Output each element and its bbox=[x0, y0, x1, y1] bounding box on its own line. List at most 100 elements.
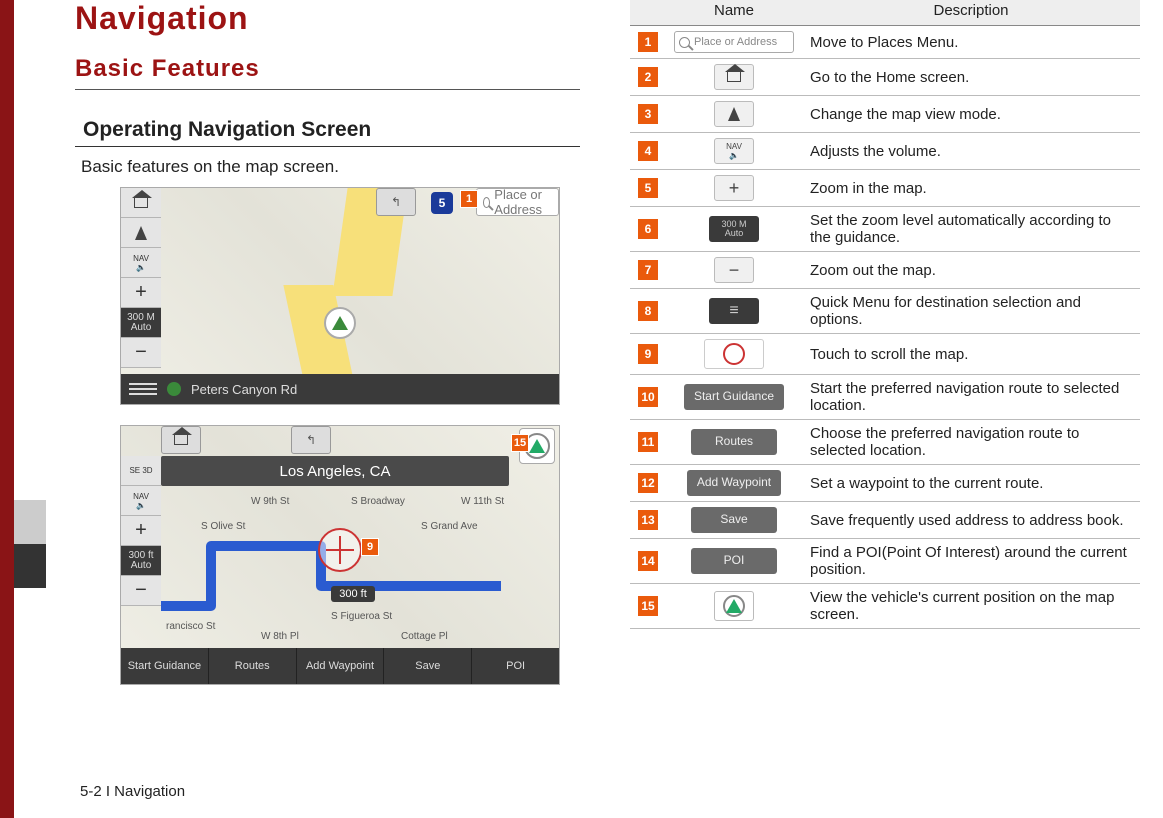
quick-menu-button[interactable] bbox=[129, 383, 157, 395]
volume-button[interactable]: NAV🔈 bbox=[121, 486, 161, 516]
compass-icon bbox=[135, 226, 147, 240]
description-cell: Quick Menu for destination selection and… bbox=[802, 289, 1140, 334]
description-cell: Move to Places Menu. bbox=[802, 26, 1140, 59]
home-button[interactable] bbox=[121, 188, 161, 218]
home-icon bbox=[134, 198, 148, 208]
direction-icon: ↰ bbox=[291, 426, 331, 454]
map-screenshot-1: ↰ 5 Place or Address NAV🔈 + 300 MAuto − bbox=[120, 187, 560, 405]
table-row: 6300 MAutoSet the zoom level automatical… bbox=[630, 207, 1140, 252]
action-button-icon: POI bbox=[691, 548, 777, 574]
callout-number: 5 bbox=[638, 178, 658, 198]
compass-button[interactable] bbox=[121, 218, 161, 248]
description-cell: View the vehicle's current position on t… bbox=[802, 584, 1140, 629]
zoom-in-button[interactable]: + bbox=[121, 516, 161, 546]
action-button-icon: Start Guidance bbox=[684, 384, 784, 410]
icon-cell: − bbox=[666, 252, 802, 289]
icon-cell bbox=[666, 96, 802, 133]
callout-number: 10 bbox=[638, 387, 658, 407]
side-tab-light bbox=[14, 500, 46, 544]
description-cell: Choose the preferred navigation route to… bbox=[802, 420, 1140, 465]
map-bottom-bar: Peters Canyon Rd bbox=[121, 374, 559, 404]
start-guidance-button[interactable]: Start Guidance bbox=[121, 648, 209, 684]
callout-number: 7 bbox=[638, 260, 658, 280]
home-icon bbox=[174, 435, 188, 445]
description-cell: Find a POI(Point Of Interest) around the… bbox=[802, 539, 1140, 584]
route-shield-icon: 5 bbox=[431, 192, 453, 214]
zoom-out-button[interactable]: − bbox=[121, 338, 161, 368]
save-button[interactable]: Save bbox=[384, 648, 472, 684]
table-row: 12Add WaypointSet a waypoint to the curr… bbox=[630, 465, 1140, 502]
callout-1: 1 bbox=[460, 190, 478, 208]
vehicle-position-icon bbox=[324, 307, 356, 339]
intro-text: Basic features on the map screen. bbox=[75, 157, 580, 177]
add-waypoint-button[interactable]: Add Waypoint bbox=[297, 648, 385, 684]
table-row: 4 NAV🔈Adjusts the volume. bbox=[630, 133, 1140, 170]
auto-zoom-button[interactable]: 300 MAuto bbox=[121, 308, 161, 338]
street-label: S Broadway bbox=[351, 496, 405, 507]
action-button-icon: Add Waypoint bbox=[687, 470, 781, 496]
home-icon bbox=[714, 64, 754, 90]
map-screenshot-2: ↰ SE 3D NAV🔈 + 300 ftAuto − Los Angeles,… bbox=[120, 425, 560, 685]
description-cell: Go to the Home screen. bbox=[802, 59, 1140, 96]
description-cell: Adjusts the volume. bbox=[802, 133, 1140, 170]
left-red-margin bbox=[0, 0, 14, 818]
direction-icon: ↰ bbox=[376, 188, 416, 216]
icon-cell bbox=[666, 334, 802, 375]
speaker-icon: 🔈 bbox=[136, 501, 146, 510]
table-row: 2 Go to the Home screen. bbox=[630, 59, 1140, 96]
callout-number: 4 bbox=[638, 141, 658, 161]
poi-button[interactable]: POI bbox=[472, 648, 559, 684]
search-icon bbox=[483, 197, 490, 208]
scroll-crosshair-icon[interactable] bbox=[318, 528, 362, 572]
map-topbar: ↰ bbox=[161, 426, 331, 454]
scroll-crosshair-icon bbox=[704, 339, 764, 369]
icon-cell: + bbox=[666, 170, 802, 207]
icon-cell: ≡ bbox=[666, 289, 802, 334]
table-row: 13SaveSave frequently used address to ad… bbox=[630, 502, 1140, 539]
callout-number: 12 bbox=[638, 473, 658, 493]
callout-number: 14 bbox=[638, 551, 658, 571]
icon-cell: NAV🔈 bbox=[666, 133, 802, 170]
table-row: 9Touch to scroll the map. bbox=[630, 334, 1140, 375]
destination-bar: Los Angeles, CA bbox=[161, 456, 509, 486]
auto-zoom-button[interactable]: 300 ftAuto bbox=[121, 546, 161, 576]
home-button[interactable] bbox=[161, 426, 201, 454]
section-heading: Basic Features bbox=[75, 55, 580, 90]
callout-number: 9 bbox=[638, 344, 658, 364]
description-cell: Save frequently used address to address … bbox=[802, 502, 1140, 539]
description-cell: Start the preferred navigation route to … bbox=[802, 375, 1140, 420]
zoom-in-button[interactable]: + bbox=[121, 278, 161, 308]
zoom-in-icon: + bbox=[714, 175, 754, 201]
description-cell: Zoom in the map. bbox=[802, 170, 1140, 207]
icon-cell bbox=[666, 59, 802, 96]
description-cell: Zoom out the map. bbox=[802, 252, 1140, 289]
current-street-label: Peters Canyon Rd bbox=[191, 382, 297, 397]
legend-table: Name Description 1Place or AddressMove t… bbox=[630, 0, 1140, 629]
callout-number: 15 bbox=[638, 596, 658, 616]
icon-cell: Place or Address bbox=[666, 26, 802, 59]
street-label: Cottage Pl bbox=[401, 631, 448, 642]
search-placeholder: Place or Address bbox=[494, 187, 552, 217]
table-row: 7−Zoom out the map. bbox=[630, 252, 1140, 289]
map-side-column: NAV🔈 + 300 MAuto − bbox=[121, 188, 161, 404]
icon-cell: 300 MAuto bbox=[666, 207, 802, 252]
action-button-icon: Routes bbox=[691, 429, 777, 455]
col-name: Name bbox=[666, 0, 802, 26]
quick-menu-icon: ≡ bbox=[709, 298, 759, 324]
action-button-icon: Save bbox=[691, 507, 777, 533]
callout-number: 3 bbox=[638, 104, 658, 124]
street-label: S Grand Ave bbox=[421, 521, 478, 532]
volume-button[interactable]: NAV🔈 bbox=[121, 248, 161, 278]
compass-icon bbox=[714, 101, 754, 127]
routes-button[interactable]: Routes bbox=[209, 648, 297, 684]
zoom-out-button[interactable]: − bbox=[121, 576, 161, 606]
map-side-column: SE 3D NAV🔈 + 300 ftAuto − bbox=[121, 456, 161, 606]
callout-number: 2 bbox=[638, 67, 658, 87]
icon-cell: Start Guidance bbox=[666, 375, 802, 420]
search-field[interactable]: Place or Address bbox=[476, 188, 559, 216]
pin-icon bbox=[167, 382, 181, 396]
view-3d-button[interactable]: SE 3D bbox=[121, 456, 161, 486]
table-row: 14 POI Find a POI(Point Of Interest) aroun… bbox=[630, 539, 1140, 584]
description-cell: Set the zoom level automatically accordi… bbox=[802, 207, 1140, 252]
callout-number: 8 bbox=[638, 301, 658, 321]
